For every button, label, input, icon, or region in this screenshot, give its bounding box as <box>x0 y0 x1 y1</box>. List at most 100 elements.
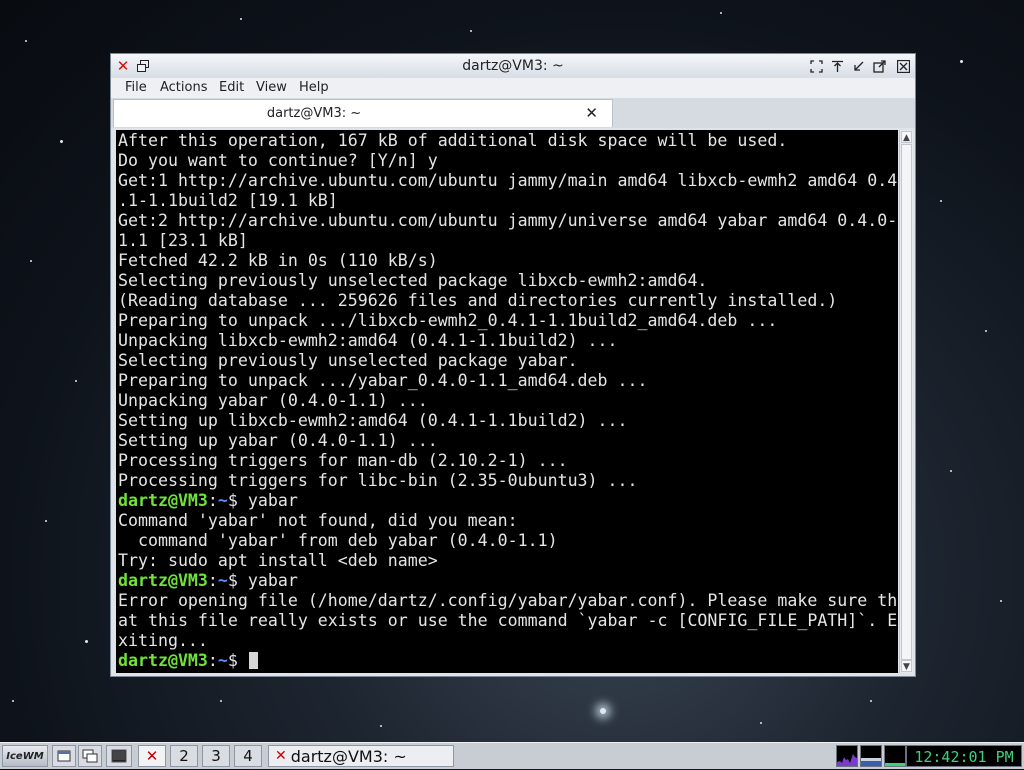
output-line: Processing triggers for man-db (2.10.2-1… <box>118 451 568 470</box>
output-line: Selecting previously unselected package … <box>118 271 708 290</box>
close-icon[interactable] <box>896 59 910 73</box>
output-line: Preparing to unpack .../libxcb-ewmh2_0.4… <box>118 311 778 330</box>
star <box>960 60 963 63</box>
output-line: Unpacking libxcb-ewmh2:amd64 (0.4.1-1.1b… <box>118 331 618 350</box>
star <box>30 260 32 262</box>
network-graph-icon <box>860 745 882 767</box>
star <box>940 200 942 202</box>
terminal-lines: After this operation, 167 kB of addition… <box>118 131 897 671</box>
window-titlebar[interactable]: ✕ dartz@VM3: ~ <box>111 54 915 79</box>
star <box>220 700 222 702</box>
prompt-command: $ yabar <box>227 571 298 590</box>
star <box>45 520 47 522</box>
menubar: File Actions Edit View Help <box>111 78 915 98</box>
output-line: Processing triggers for libc-bin (2.35-0… <box>118 471 638 490</box>
terminal-window[interactable]: ✕ dartz@VM3: ~ File Actions Edit View He… <box>110 53 916 677</box>
scroll-up-icon[interactable]: ▲ <box>901 131 912 143</box>
prompt-line: dartz@VM3:~$ <box>118 651 897 671</box>
output-line: .1-1.1build2 [19.1 kB] <box>118 191 338 210</box>
star <box>85 640 88 643</box>
star <box>985 330 987 332</box>
show-desktop-icon[interactable] <box>52 745 76 767</box>
output-line: Selecting previously unselected package … <box>118 351 578 370</box>
prompt-separator: : <box>207 571 218 590</box>
output-line: Unpacking yabar (0.4.0-1.1) ... <box>118 391 428 410</box>
star <box>870 700 872 702</box>
task-button-terminal[interactable]: ✕ dartz@VM3: ~ <box>268 745 454 767</box>
prompt-user: dartz@VM3 <box>118 491 208 510</box>
prompt-user: dartz@VM3 <box>118 571 208 590</box>
star <box>380 725 382 727</box>
tab-bar: dartz@VM3: ~ ✕ <box>111 98 915 128</box>
star <box>470 30 472 32</box>
scrollbar-thumb[interactable] <box>901 144 912 660</box>
menu-view[interactable]: View <box>256 80 287 95</box>
star <box>1000 600 1002 602</box>
star <box>950 470 952 472</box>
workspace-3[interactable]: 3 <box>202 745 230 767</box>
menu-actions[interactable]: Actions <box>160 80 208 95</box>
output-line: Setting up libxcb-ewmh2:amd64 (0.4.1-1.1… <box>118 411 628 430</box>
menu-help[interactable]: Help <box>299 80 329 95</box>
star <box>720 12 722 14</box>
prompt-user: dartz@VM3 <box>118 651 208 670</box>
task-label: dartz@VM3: ~ <box>290 746 407 766</box>
terminal-icon[interactable] <box>106 745 132 767</box>
star <box>240 18 242 20</box>
raise-icon[interactable] <box>830 59 844 73</box>
start-button[interactable]: IceWM <box>2 745 48 767</box>
workspace-4[interactable]: 4 <box>234 745 262 767</box>
scroll-down-icon[interactable]: ▼ <box>901 660 912 672</box>
output-line: xiting... <box>118 631 208 650</box>
output-line: command 'yabar' from deb yabar (0.4.0-1.… <box>118 531 558 550</box>
fullscreen-icon[interactable] <box>809 59 823 73</box>
star <box>12 700 14 702</box>
clock[interactable]: 12:42:01 PM <box>906 745 1022 767</box>
star <box>60 140 63 143</box>
prompt-separator: : <box>207 491 218 510</box>
output-line: (Reading database ... 259626 files and d… <box>118 291 838 310</box>
output-line: After this operation, 167 kB of addition… <box>118 131 788 150</box>
output-line: at this file really exists or use the co… <box>118 611 898 630</box>
prompt-command: $ yabar <box>227 491 298 510</box>
output-line: Command 'yabar' not found, did you mean: <box>118 511 518 530</box>
window-list-icon[interactable] <box>78 745 102 767</box>
maximize-icon[interactable] <box>872 59 886 73</box>
prompt-separator: : <box>207 651 218 670</box>
prompt-path: ~ <box>217 651 228 670</box>
star <box>760 722 762 724</box>
tab-terminal[interactable]: dartz@VM3: ~ ✕ <box>113 99 613 127</box>
output-line: Try: sudo apt install <deb name> <box>118 551 438 570</box>
prompt-command: $ <box>227 651 248 670</box>
star <box>25 40 27 42</box>
tab-label: dartz@VM3: ~ <box>266 106 362 121</box>
window-title: dartz@VM3: ~ <box>462 58 564 74</box>
workspace-1[interactable]: ✕ <box>138 745 166 767</box>
workspace-1-icon: ✕ <box>145 747 159 765</box>
menu-edit[interactable]: Edit <box>219 80 244 95</box>
terminal-output[interactable]: After this operation, 167 kB of addition… <box>116 130 898 673</box>
output-line: Fetched 42.2 kB in 0s (110 kB/s) <box>118 251 438 270</box>
output-line: Error opening file (/home/dartz/.config/… <box>118 591 898 610</box>
scrollbar[interactable]: ▲ ▼ <box>899 130 913 673</box>
output-line: 1.1 [23.1 kB] <box>118 231 248 250</box>
tab-close-icon[interactable]: ✕ <box>585 104 598 122</box>
star <box>600 708 606 714</box>
cpu-graph-icon <box>836 745 858 767</box>
output-line: Setting up yabar (0.4.0-1.1) ... <box>118 431 438 450</box>
memory-graph-icon <box>884 745 906 767</box>
output-line: Do you want to continue? [Y/n] y <box>118 151 438 170</box>
star <box>75 380 77 382</box>
output-line: Get:2 http://archive.ubuntu.com/ubuntu j… <box>118 211 898 230</box>
prompt-line: dartz@VM3:~$ yabar <box>118 571 897 591</box>
task-terminal-icon: ✕ <box>275 748 287 764</box>
prompt-path: ~ <box>217 491 228 510</box>
menu-file[interactable]: File <box>125 80 147 95</box>
taskbar: IceWM ✕ 2 3 4 ✕ dartz@VM3: ~ 12:42:01 PM <box>0 742 1024 769</box>
minimize-icon[interactable] <box>851 59 865 73</box>
prompt-line: dartz@VM3:~$ yabar <box>118 491 897 511</box>
workspace-2[interactable]: 2 <box>170 745 198 767</box>
prompt-path: ~ <box>217 571 228 590</box>
output-line: Get:1 http://archive.ubuntu.com/ubuntu j… <box>118 171 898 190</box>
output-line: Preparing to unpack .../yabar_0.4.0-1.1_… <box>118 371 648 390</box>
